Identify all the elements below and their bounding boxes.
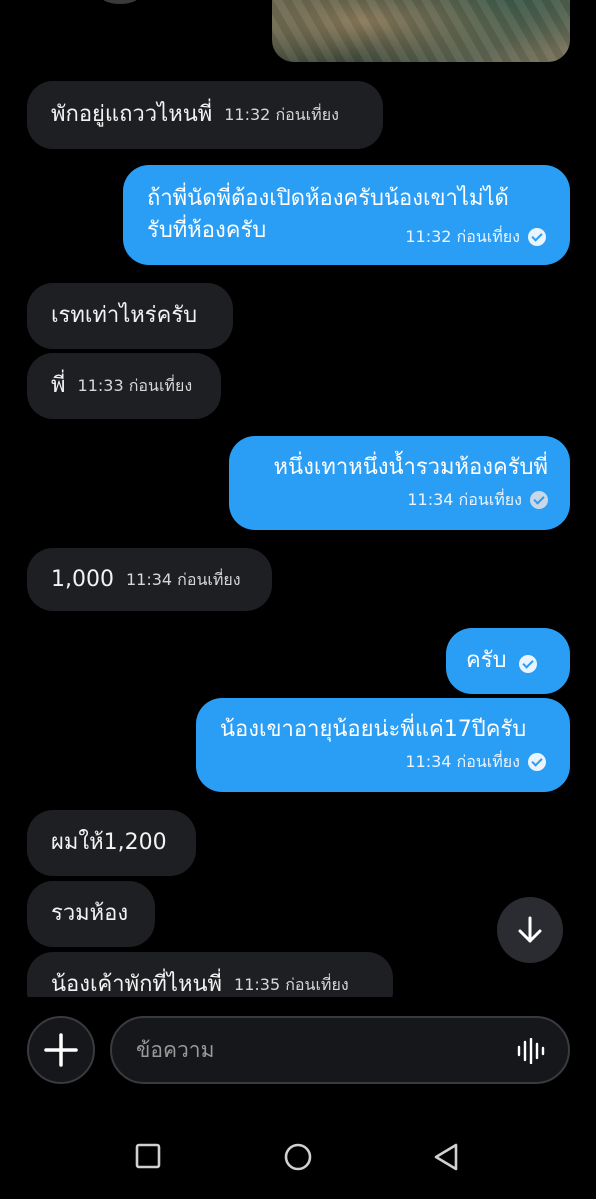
message-time: 11:32 ก่อนเที่ยง — [224, 105, 339, 124]
message-text: พี่ — [51, 373, 66, 398]
incoming-message[interactable]: ผมให้1,200 — [27, 810, 196, 876]
message-time: 11:33 ก่อนเที่ยง — [77, 376, 193, 395]
scroll-to-bottom-button[interactable] — [497, 897, 563, 963]
incoming-message[interactable]: รวมห้อง — [27, 881, 155, 947]
message-list[interactable]: พักอยู่แถววไหนพี่ 11:32 ก่อนเที่ยง ถ้าพี่… — [0, 0, 596, 997]
system-navigation-bar — [0, 1097, 596, 1199]
incoming-message[interactable]: พักอยู่แถววไหนพี่ 11:32 ก่อนเที่ยง — [27, 81, 383, 149]
recents-icon[interactable] — [134, 1142, 164, 1172]
incoming-message[interactable]: พี่ 11:33 ก่อนเที่ยง — [27, 353, 221, 419]
back-icon[interactable] — [432, 1142, 462, 1172]
message-text: รับที่ห้องครับ — [147, 218, 267, 243]
outgoing-message[interactable]: ครับ — [446, 628, 570, 694]
message-text: 1,000 — [51, 567, 114, 592]
message-text: ครับ — [466, 648, 507, 673]
message-time: 11:34 ก่อนเที่ยง — [405, 752, 520, 771]
attach-button[interactable] — [27, 1016, 95, 1084]
avatar[interactable] — [100, 0, 140, 4]
message-input[interactable]: ข้อความ — [110, 1016, 570, 1084]
message-text: เรทเท่าไหร่ครับ — [51, 303, 198, 328]
composer-bar: ข้อความ — [0, 997, 596, 1097]
message-input-placeholder: ข้อความ — [136, 1038, 215, 1062]
message-text: รวมห้อง — [51, 901, 129, 926]
message-text: ถ้าพี่นัดพี่ต้องเปิดห้องครับน้องเขาไม่ได… — [147, 186, 509, 211]
incoming-message[interactable]: น้องเค้าพักที่ไหนพี่ 11:35 ก่อนเที่ยง — [27, 952, 393, 997]
check-circle-icon — [530, 491, 548, 509]
arrow-down-icon — [518, 916, 542, 943]
message-text: ผมให้1,200 — [51, 830, 167, 855]
chat-screen: พักอยู่แถววไหนพี่ 11:32 ก่อนเที่ยง ถ้าพี่… — [0, 0, 596, 1199]
plus-icon — [44, 1033, 78, 1067]
image-message[interactable] — [272, 0, 570, 62]
outgoing-message[interactable]: ถ้าพี่นัดพี่ต้องเปิดห้องครับน้องเขาไม่ได… — [123, 165, 570, 265]
check-circle-icon — [528, 753, 546, 771]
check-circle-icon — [518, 655, 537, 673]
message-time: 11:34 ก่อนเที่ยง — [407, 490, 522, 509]
home-icon[interactable] — [283, 1142, 313, 1172]
message-text: หนึ่งเทาหนึ่งน้ำรวมห้องครับพี่ — [273, 455, 548, 480]
message-text: น้องเขาอายุน้อยน่ะพี่แค่17ปีครับ — [220, 717, 527, 742]
message-time: 11:35 ก่อนเที่ยง — [234, 975, 349, 994]
outgoing-message[interactable]: หนึ่งเทาหนึ่งน้ำรวมห้องครับพี่ 11:34 ก่อ… — [229, 436, 570, 530]
message-time: 11:34 ก่อนเที่ยง — [125, 570, 241, 589]
message-text: พักอยู่แถววไหนพี่ — [51, 102, 213, 127]
message-time: 11:32 ก่อนเที่ยง — [405, 227, 520, 246]
message-text: น้องเค้าพักที่ไหนพี่ — [51, 972, 223, 997]
check-circle-icon — [528, 228, 546, 246]
outgoing-message[interactable]: น้องเขาอายุน้อยน่ะพี่แค่17ปีครับ 11:34 ก… — [196, 698, 570, 792]
voice-waveform-icon[interactable] — [516, 1038, 546, 1064]
incoming-message[interactable]: 1,000 11:34 ก่อนเที่ยง — [27, 548, 272, 611]
incoming-message[interactable]: เรทเท่าไหร่ครับ — [27, 283, 233, 349]
